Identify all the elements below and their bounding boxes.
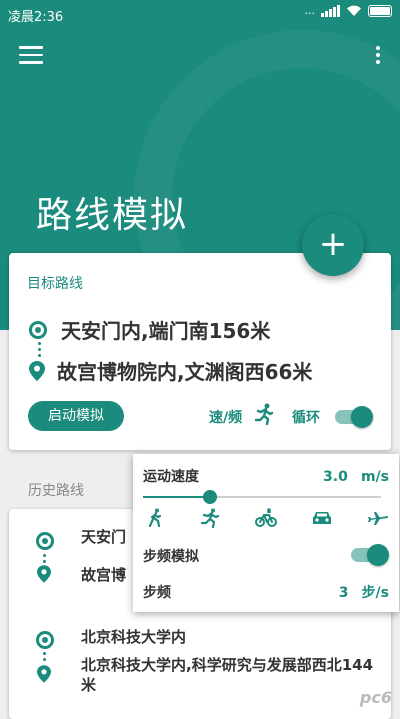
more-options-icon[interactable]: [374, 44, 382, 70]
loop-label: 循环: [292, 410, 320, 426]
add-route-button[interactable]: +: [302, 214, 364, 276]
destination-pin-icon: [29, 360, 45, 381]
origin-icon: [36, 631, 54, 649]
toolbar: [0, 36, 400, 80]
status-icons: ...: [304, 4, 392, 17]
battery-icon: [368, 4, 392, 17]
destination-row[interactable]: 故宫博物院内,文渊阁西66米: [29, 356, 312, 385]
run-icon[interactable]: [199, 508, 221, 528]
target-route-card: 目标路线 天安门内,端门南156米 故宫博物院内,文渊阁西66米 启动模拟 速/…: [9, 253, 391, 450]
loop-toggle[interactable]: [335, 406, 373, 428]
destination-pin-icon: [37, 565, 51, 583]
car-icon[interactable]: [311, 508, 333, 528]
speed-slider[interactable]: [143, 490, 381, 504]
history-origin-text[interactable]: 天安门: [81, 527, 126, 547]
history-routes-label: 历史路线: [28, 483, 84, 499]
origin-icon: [29, 320, 47, 339]
history-destination-text[interactable]: 北京科技大学内,科学研究与发展部西北144米: [81, 655, 381, 695]
status-time: 凌晨2:36: [8, 10, 64, 25]
start-simulation-button[interactable]: 启动模拟: [28, 401, 124, 431]
speed-readout: 3.0 m/s: [323, 466, 389, 485]
origin-row[interactable]: 天安门内,端门南156米: [29, 315, 270, 344]
cadence-label: 步频模拟: [143, 549, 199, 565]
history-origin-text[interactable]: 北京科技大学内: [81, 627, 186, 647]
destination-text: 故宫博物院内,文渊阁西66米: [57, 360, 313, 384]
watermark: pc6: [359, 688, 392, 707]
step-frequency-unit: 步/s: [361, 585, 389, 601]
step-frequency-label: 步频: [143, 585, 171, 601]
destination-pin-icon: [37, 665, 51, 683]
network-activity-icon: ...: [304, 4, 316, 17]
signal-icon: [321, 4, 340, 17]
origin-icon: [36, 532, 54, 550]
origin-text: 天安门内,端门南156米: [61, 319, 271, 343]
route-connector: [43, 652, 46, 664]
step-frequency-readout: 3 步/s: [339, 582, 389, 602]
run-icon[interactable]: [254, 403, 274, 425]
speed-value: 3.0: [323, 469, 348, 485]
menu-icon[interactable]: [19, 46, 43, 66]
page-title: 路线模拟: [36, 195, 189, 236]
speed-settings-popup: 运动速度 3.0 m/s 步频模拟 步频 3 步/s: [133, 454, 399, 612]
target-route-label: 目标路线: [27, 276, 83, 292]
history-destination-text[interactable]: 故宫博: [81, 565, 126, 585]
walk-icon[interactable]: [145, 508, 167, 528]
status-bar: 凌晨2:36 ...: [0, 0, 400, 28]
speed-slider-knob[interactable]: [202, 490, 217, 504]
wifi-icon: [347, 5, 361, 16]
speed-slider-fill: [143, 496, 210, 498]
speed-label: 运动速度: [143, 469, 199, 485]
step-frequency-value: 3: [338, 585, 349, 601]
cadence-toggle[interactable]: [351, 544, 389, 566]
speed-frequency-button[interactable]: 速/频: [209, 407, 242, 427]
speed-unit: m/s: [360, 469, 389, 485]
bike-icon[interactable]: [255, 508, 277, 528]
plane-icon[interactable]: [367, 508, 389, 528]
